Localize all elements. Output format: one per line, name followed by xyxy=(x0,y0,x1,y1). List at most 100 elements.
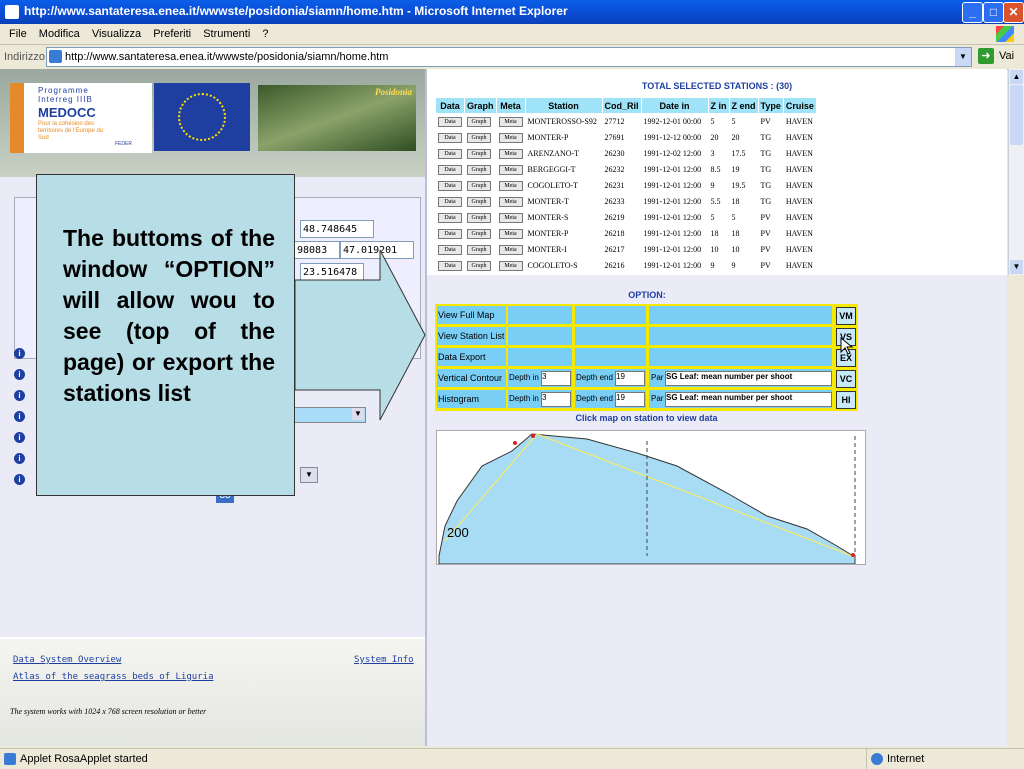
info-icon[interactable]: i xyxy=(14,411,25,422)
info-icon[interactable]: i xyxy=(14,390,25,401)
table-cell: TG xyxy=(758,178,783,193)
info-icon[interactable]: i xyxy=(14,474,25,485)
col-header: Z in xyxy=(708,98,729,113)
col-header: Cod_Ril xyxy=(602,98,641,113)
table-row: Data Graph Meta MONTER-S 26219 1991-12-01 12:… xyxy=(436,210,816,225)
meta-button[interactable]: Meta xyxy=(498,149,523,159)
close-button[interactable]: ✕ xyxy=(1003,2,1024,23)
table-cell: 8.5 xyxy=(708,162,729,177)
parameter-select[interactable]: SG Leaf: mean number per shoot xyxy=(665,392,832,407)
info-icon[interactable]: i xyxy=(14,453,25,464)
table-cell: PV xyxy=(758,210,783,225)
table-cell: PV xyxy=(758,258,783,273)
depth-end-input[interactable]: 19 xyxy=(615,371,645,386)
atlas-link[interactable]: Atlas of the seagrass beds of Liguria xyxy=(13,672,213,682)
table-cell: 18 xyxy=(708,226,729,241)
stations-scrollbar[interactable]: ▲ ▼ xyxy=(1008,69,1024,275)
table-cell: TG xyxy=(758,146,783,161)
chevron-down-icon[interactable]: ▼ xyxy=(955,48,971,66)
window-title-bar: http://www.santateresa.enea.it/wwwste/po… xyxy=(0,0,1024,24)
parameter-select[interactable]: SG Leaf: mean number per shoot xyxy=(665,371,832,386)
scroll-up-icon[interactable]: ▲ xyxy=(1010,70,1023,84)
graph-button[interactable]: Graph xyxy=(467,245,491,255)
graph-button[interactable]: Graph xyxy=(467,213,491,223)
meta-button[interactable]: Meta xyxy=(498,213,523,223)
graph-button[interactable]: Graph xyxy=(467,165,491,175)
data-button[interactable]: Data xyxy=(438,133,462,143)
table-cell: 9 xyxy=(729,258,758,273)
table-cell: 26216 xyxy=(602,258,641,273)
table-cell: 1991-12-01 12:00 xyxy=(641,226,708,241)
table-cell: 26218 xyxy=(602,226,641,241)
menu-preferiti[interactable]: Preferiti xyxy=(153,28,191,40)
depth-in-input[interactable]: 3 xyxy=(541,392,571,407)
data-button[interactable]: Data xyxy=(438,181,462,191)
depth-label: 200 xyxy=(447,525,469,540)
menu-visualizza[interactable]: Visualizza xyxy=(92,28,141,40)
info-icon[interactable]: i xyxy=(14,348,25,359)
meta-button[interactable]: Meta xyxy=(498,133,523,143)
data-button[interactable]: Data xyxy=(438,197,462,207)
scroll-thumb[interactable] xyxy=(1010,85,1023,145)
depth-in-input[interactable]: 3 xyxy=(541,371,571,386)
chevron-down-icon[interactable]: ▼ xyxy=(300,467,318,483)
graph-button[interactable]: Graph xyxy=(467,149,491,159)
info-icon[interactable]: i xyxy=(14,432,25,443)
table-cell: 26219 xyxy=(602,210,641,225)
info-icon[interactable]: i xyxy=(14,369,25,380)
go-button[interactable]: ➜ Vai xyxy=(978,47,1020,65)
table-row: Data Graph Meta MONTER-T 26233 1991-12-01 12:… xyxy=(436,194,816,209)
table-cell: PV xyxy=(758,226,783,241)
station-map[interactable]: 200 xyxy=(436,430,866,565)
data-button[interactable]: Data xyxy=(438,245,462,255)
menu-strumenti[interactable]: Strumenti xyxy=(203,28,250,40)
histogram-button[interactable]: HI xyxy=(836,391,856,409)
maximize-button[interactable]: □ xyxy=(983,2,1004,23)
col-header: Type xyxy=(758,98,783,113)
meta-button[interactable]: Meta xyxy=(498,245,523,255)
meta-button[interactable]: Meta xyxy=(498,229,523,239)
table-cell: 18 xyxy=(729,226,758,241)
data-system-overview-link[interactable]: Data System Overview xyxy=(13,655,121,665)
meta-button[interactable]: Meta xyxy=(498,261,523,271)
coord-input-1[interactable] xyxy=(300,220,374,238)
address-field[interactable]: http://www.santateresa.enea.it/wwwste/po… xyxy=(46,47,972,67)
graph-button[interactable]: Graph xyxy=(467,229,491,239)
eu-flag xyxy=(154,83,250,151)
table-cell: HAVEN xyxy=(783,226,816,241)
menu-help[interactable]: ? xyxy=(262,28,268,40)
graph-button[interactable]: Graph xyxy=(467,117,491,127)
meta-button[interactable]: Meta xyxy=(498,117,523,127)
medocc-logo: Programme Interreg IIIB MEDOCC Pour la c… xyxy=(10,83,152,153)
system-info-link[interactable]: System Info xyxy=(354,655,414,665)
data-button[interactable]: Data xyxy=(438,165,462,175)
table-cell: HAVEN xyxy=(783,114,816,129)
meta-button[interactable]: Meta xyxy=(498,165,523,175)
depth-end-input[interactable]: 19 xyxy=(615,392,645,407)
graph-button[interactable]: Graph xyxy=(467,133,491,143)
data-button[interactable]: Data xyxy=(438,117,462,127)
data-button[interactable]: Data xyxy=(438,229,462,239)
histogram-label: Histogram xyxy=(437,390,506,408)
graph-button[interactable]: Graph xyxy=(467,197,491,207)
menu-file[interactable]: File xyxy=(9,28,27,40)
table-cell: MONTER-T xyxy=(525,194,602,209)
graph-button[interactable]: Graph xyxy=(467,181,491,191)
view-full-map-button[interactable]: VM xyxy=(836,307,856,325)
table-cell: 19 xyxy=(729,162,758,177)
table-cell: 1991-12-01 12:00 xyxy=(641,258,708,273)
data-button[interactable]: Data xyxy=(438,149,462,159)
meta-button[interactable]: Meta xyxy=(498,181,523,191)
graph-button[interactable]: Graph xyxy=(467,261,491,271)
vertical-contour-label: Vertical Contour xyxy=(437,369,506,387)
table-cell: 5 xyxy=(708,114,729,129)
minimize-button[interactable]: _ xyxy=(962,2,983,23)
data-button[interactable]: Data xyxy=(438,261,462,271)
scroll-down-icon[interactable]: ▼ xyxy=(1010,260,1023,274)
menu-modifica[interactable]: Modifica xyxy=(39,28,80,40)
table-cell: 1991-12-12 00:00 xyxy=(641,130,708,145)
data-button[interactable]: Data xyxy=(438,213,462,223)
vertical-contour-button[interactable]: VC xyxy=(836,370,856,388)
table-row: Data Graph Meta ARENZANO-T 26230 1991-12-02 1… xyxy=(436,146,816,161)
meta-button[interactable]: Meta xyxy=(498,197,523,207)
